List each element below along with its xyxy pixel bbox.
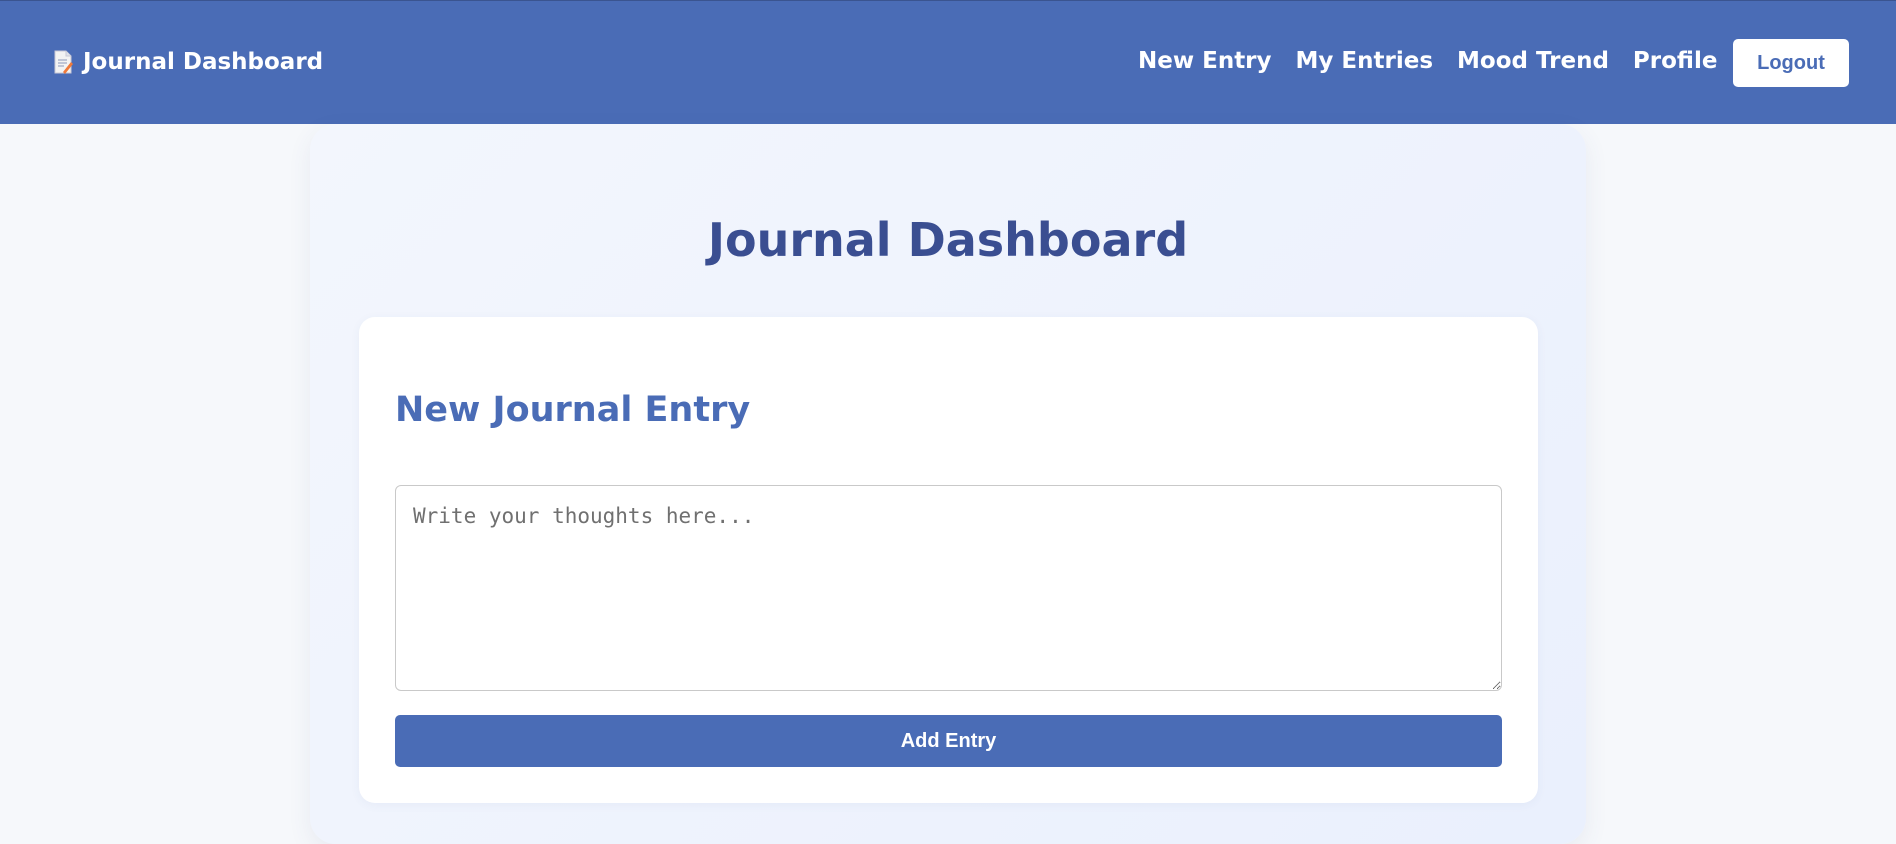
logout-button[interactable]: Logout: [1733, 39, 1849, 87]
brand[interactable]: Journal Dashboard: [53, 49, 323, 75]
new-entry-card: New Journal Entry Add Entry: [359, 317, 1538, 803]
memo-icon: [53, 50, 73, 74]
card-title: New Journal Entry: [395, 390, 751, 430]
top-navbar: Journal Dashboard New Entry My Entries M…: [0, 0, 1896, 124]
nav-link-my-entries[interactable]: My Entries: [1296, 48, 1433, 74]
add-entry-button[interactable]: Add Entry: [395, 715, 1502, 767]
nav-link-new-entry[interactable]: New Entry: [1138, 48, 1272, 74]
nav-link-mood-trend[interactable]: Mood Trend: [1457, 48, 1609, 74]
dashboard-container: Journal Dashboard New Journal Entry Add …: [310, 124, 1586, 844]
page-title: Journal Dashboard: [707, 213, 1189, 267]
brand-label: Journal Dashboard: [83, 49, 324, 75]
nav-link-profile[interactable]: Profile: [1633, 48, 1718, 74]
nav-links: New Entry My Entries Mood Trend Profile: [1138, 48, 1741, 74]
entry-textarea[interactable]: [395, 485, 1502, 691]
